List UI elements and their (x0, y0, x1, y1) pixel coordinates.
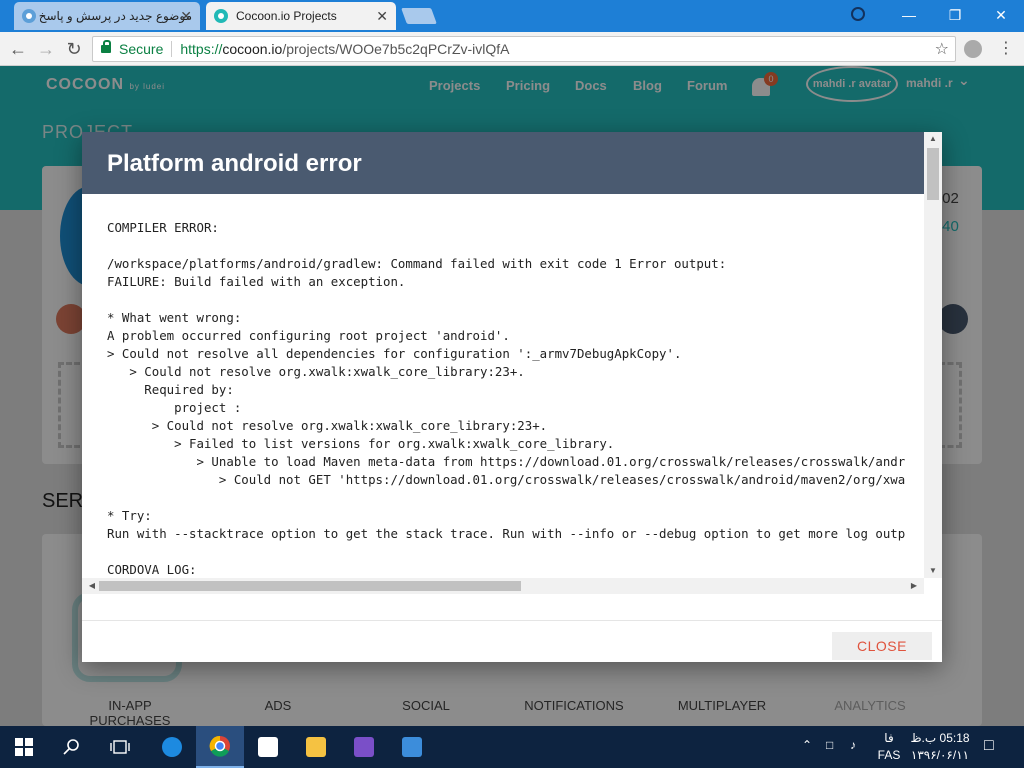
network-icon[interactable]: □ (826, 738, 833, 752)
extension-icon[interactable] (964, 40, 982, 58)
tab-cocoon-projects[interactable]: Cocoon.io Projects ✕ (206, 2, 396, 30)
browser-toolbar: ← → ↻ Secure https://cocoon.io/projects/… (0, 32, 1024, 66)
tab-title: موضوع جدید در پرسش و پاسخ (38, 9, 192, 23)
url-path: /projects/WOOe7b5c2qPCrZv-ivlQfA (282, 41, 510, 57)
error-log-text: COMPILER ERROR: /workspace/platforms/and… (107, 220, 906, 577)
error-modal: Platform android error COMPILER ERROR: /… (82, 132, 942, 662)
action-center-icon[interactable]: □ (984, 737, 994, 755)
new-tab-button[interactable] (401, 8, 437, 24)
language-indicator-fas: FAS (877, 748, 901, 762)
tab-close-icon[interactable]: ✕ (376, 8, 388, 25)
tab-close-icon[interactable]: ✕ (180, 8, 192, 25)
clock-time: 05:18 ب.ظ (910, 731, 970, 745)
browser-tabstrip: موضوع جدید در پرسش و پاسخ ✕ Cocoon.io Pr… (0, 0, 1024, 32)
tab-favicon-icon (22, 9, 36, 23)
modal-title: Platform android error (82, 132, 924, 194)
url-host: cocoon.io (222, 41, 283, 57)
window-close-icon[interactable]: ✕ (978, 0, 1024, 30)
edge-browser-icon[interactable] (148, 726, 196, 768)
windows-start-icon[interactable] (0, 726, 48, 768)
bookmark-star-icon[interactable]: ☆ (935, 39, 949, 59)
system-clock[interactable]: 05:18 ب.ظ ۱۳۹۶/۰۶/۱۱ (910, 730, 970, 764)
back-arrow-icon[interactable]: ← (6, 37, 30, 61)
tab-persian-topic[interactable]: موضوع جدید در پرسش و پاسخ ✕ (14, 2, 200, 30)
visual-studio-icon[interactable] (340, 726, 388, 768)
minimize-icon[interactable]: — (886, 0, 932, 30)
scroll-down-arrow-icon[interactable]: ▼ (924, 564, 942, 578)
language-indicator-fa: فا (884, 731, 894, 745)
maximize-icon[interactable]: ❐ (932, 0, 978, 30)
scroll-up-arrow-icon[interactable]: ▲ (924, 132, 942, 146)
vertical-scrollbar[interactable]: ▲ ▼ (924, 132, 942, 578)
file-explorer-icon[interactable] (292, 726, 340, 768)
lock-icon (101, 40, 111, 53)
scroll-right-arrow-icon[interactable]: ▶ (906, 578, 922, 594)
reload-icon[interactable]: ↻ (62, 37, 86, 61)
menu-icon[interactable]: ⋮ (996, 39, 1016, 59)
error-log-panel[interactable]: COMPILER ERROR: /workspace/platforms/and… (82, 194, 924, 582)
security-label: Secure (119, 41, 164, 57)
tray-chevron-up-icon[interactable]: ⌃ (802, 738, 812, 752)
search-icon[interactable] (48, 726, 96, 768)
divider (171, 41, 173, 57)
media-player-icon[interactable] (388, 726, 436, 768)
divider (82, 620, 942, 621)
close-button[interactable]: CLOSE (832, 632, 932, 660)
clock-date: ۱۳۹۶/۰۶/۱۱ (910, 748, 970, 762)
chrome-browser-icon[interactable] (196, 726, 244, 768)
task-view-icon[interactable] (96, 726, 144, 768)
url-text: https://cocoon.io/projects/WOOe7b5c2qPCr… (180, 41, 509, 57)
profile-icon[interactable] (851, 7, 865, 21)
scrollbar-thumb[interactable] (99, 581, 521, 591)
store-icon[interactable] (244, 726, 292, 768)
forward-arrow-icon[interactable]: → (34, 37, 58, 61)
url-scheme: https:// (180, 41, 223, 57)
language-indicator[interactable]: فا FAS (874, 730, 904, 764)
horizontal-scrollbar[interactable]: ◀ ▶ (82, 578, 924, 594)
scroll-left-arrow-icon[interactable]: ◀ (84, 578, 100, 594)
volume-icon[interactable]: ♪ (850, 738, 856, 752)
tab-title: Cocoon.io Projects (236, 9, 337, 23)
scrollbar-thumb[interactable] (927, 148, 939, 200)
taskbar: ⌃ □ ♪ فا FAS 05:18 ب.ظ ۱۳۹۶/۰۶/۱۱ □ (0, 726, 1024, 768)
address-bar[interactable]: Secure https://cocoon.io/projects/WOOe7b… (92, 36, 956, 62)
cocoon-favicon-icon (214, 9, 228, 23)
